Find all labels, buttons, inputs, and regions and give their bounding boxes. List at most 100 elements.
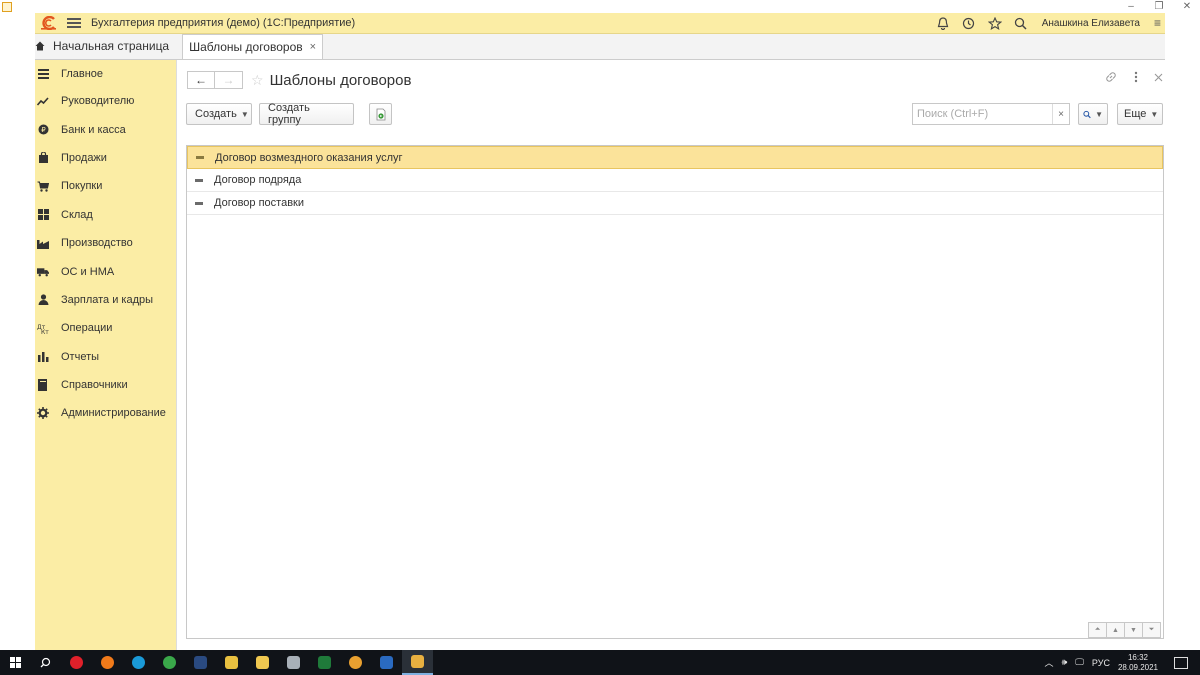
sidebar-item-label: Администрирование [61, 407, 166, 420]
favorites-star-icon[interactable] [987, 16, 1002, 30]
scroll-up-button[interactable]: ▲ [1106, 622, 1125, 638]
main-menu-icon[interactable] [67, 18, 81, 28]
add-to-favorites-icon[interactable]: ☆ [251, 72, 264, 89]
tray-chevron-up-icon[interactable]: ︿ [1045, 656, 1054, 669]
close-window-button[interactable]: ✕ [1182, 1, 1192, 12]
taskbar-app-icon[interactable] [185, 650, 216, 675]
create-button[interactable]: Создать ▼ [186, 103, 252, 125]
create-button-label: Создать [195, 108, 237, 120]
1c-app-icon[interactable] [340, 650, 371, 675]
tab-contract-templates[interactable]: Шаблоны договоров × [182, 34, 324, 59]
chevron-down-icon: ▼ [1095, 109, 1103, 119]
sidebar-item-label: Руководителю [61, 95, 135, 108]
home-icon [35, 41, 45, 51]
operations-icon: Дт Кт [37, 322, 49, 334]
settings-menu-icon[interactable]: ≡ [1154, 16, 1161, 30]
sidebar-item-2[interactable]: Руководителю [35, 87, 176, 115]
tab-home[interactable]: Начальная страница [0, 33, 179, 59]
create-group-label: Создать группу [268, 102, 310, 126]
more-button-label: Еще [1124, 108, 1147, 120]
restore-button[interactable]: ❐ [1154, 1, 1164, 12]
windows-start-icon[interactable] [0, 650, 30, 675]
sidebar-item-10[interactable]: Дт Кт Операции [35, 314, 176, 342]
search-placeholder: Поиск (Ctrl+F) [917, 108, 989, 120]
gear-icon [37, 407, 49, 420]
remote-app-icon[interactable] [278, 650, 309, 675]
history-icon[interactable] [962, 16, 976, 30]
sidebar-item-label: Зарплата и кадры [61, 293, 154, 306]
sidebar-item-13[interactable]: Администрирование [35, 399, 176, 427]
more-button[interactable]: Еще ▼ [1117, 103, 1163, 125]
outlook-icon[interactable] [371, 650, 402, 675]
network-icon[interactable]: 🖵 [1075, 657, 1084, 668]
sidebar-item-11[interactable]: Отчеты [35, 343, 176, 371]
create-group-button[interactable]: Создать группу [259, 102, 354, 126]
search-icon[interactable] [1014, 16, 1028, 30]
search-input[interactable]: Поиск (Ctrl+F) × [912, 103, 1070, 125]
search-clear-icon[interactable]: × [1052, 104, 1069, 124]
close-form-icon[interactable] [1154, 73, 1163, 82]
notifications-icon[interactable] [1174, 656, 1188, 669]
taskbar-search-icon[interactable] [30, 650, 61, 675]
link-icon[interactable] [1104, 70, 1118, 84]
tab-home-label: Начальная страница [53, 39, 170, 53]
opera-icon[interactable] [61, 650, 92, 675]
skype-icon[interactable] [123, 650, 154, 675]
cart-icon [37, 180, 49, 192]
template-item-icon [195, 178, 203, 182]
volume-icon[interactable]: 🕪 [1062, 657, 1068, 668]
user-name[interactable]: Анашкина Елизавета [1042, 18, 1140, 29]
system-tray: ︿ 🕪 🖵 РУС 16:32 28.09.2021 [1045, 650, 1200, 675]
sidebar-item-8[interactable]: ОС и НМА [35, 257, 176, 285]
person-icon [37, 294, 49, 306]
sidebar-item-label: Операции [61, 322, 113, 335]
sidebar-item-5[interactable]: Покупки [35, 172, 176, 200]
sidebar-item-label: Продажи [61, 151, 107, 164]
scroll-down-button[interactable]: ▼ [1124, 622, 1143, 638]
coin-icon: ₽ [37, 124, 49, 136]
back-button[interactable]: ← [187, 71, 215, 89]
search-button[interactable]: ▼ [1078, 103, 1108, 125]
sidebar-item-label: Склад [61, 208, 93, 221]
bell-icon[interactable] [936, 16, 950, 30]
document-green-icon [376, 108, 385, 120]
title-bar: Бухгалтерия предприятия (демо) (1С:Предп… [35, 13, 1165, 34]
sidebar-item-7[interactable]: Производство [35, 229, 176, 257]
clock[interactable]: 16:32 28.09.2021 [1118, 653, 1158, 673]
sidebar-item-6[interactable]: Склад [35, 201, 176, 229]
chevron-down-icon: ▼ [240, 109, 249, 119]
file-manager-icon[interactable] [216, 650, 247, 675]
sidebar-item-3[interactable]: ₽ Банк и касса [35, 115, 176, 143]
list-item[interactable]: Договор возмездного оказания услуг [187, 146, 1163, 169]
tab-close-icon[interactable]: × [310, 41, 316, 53]
more-actions-icon[interactable] [1134, 71, 1138, 83]
sidebar-item-9[interactable]: Зарплата и кадры [35, 286, 176, 314]
form-header: ← → ☆ Шаблоны договоров [187, 70, 411, 90]
sidebar-item-label: Главное [61, 67, 104, 80]
svg-text:Кт: Кт [41, 329, 49, 334]
list-item[interactable]: Договор поставки [187, 192, 1163, 215]
language-indicator[interactable]: РУС [1092, 658, 1110, 668]
sidebar-item-1[interactable]: Главное [35, 60, 176, 87]
sidebar-item-12[interactable]: Справочники [35, 371, 176, 399]
sidebar-item-label: Отчеты [61, 350, 100, 363]
minimize-button[interactable]: – [1126, 1, 1136, 12]
1c-logo-icon[interactable] [39, 16, 57, 30]
svg-text:₽: ₽ [41, 126, 46, 134]
excel-icon[interactable] [309, 650, 340, 675]
chrome-icon[interactable] [154, 650, 185, 675]
list-item[interactable]: Договор подряда [187, 169, 1163, 192]
templates-list: Договор возмездного оказания услуг Догово… [186, 145, 1164, 639]
folder-icon[interactable] [247, 650, 278, 675]
scroll-bottom-button[interactable]: ⏷ [1142, 622, 1161, 638]
truck-icon [37, 266, 49, 278]
form-area: ← → ☆ Шаблоны договоров Создать ▼ Создат… [176, 60, 1165, 650]
forward-button[interactable]: → [215, 71, 243, 89]
recorder-app-icon[interactable] [402, 650, 433, 675]
clock-date: 28.09.2021 [1117, 662, 1158, 672]
print-templates-button[interactable] [369, 103, 392, 125]
sidebar-item-4[interactable]: Продажи [35, 144, 176, 172]
firefox-icon[interactable] [92, 650, 123, 675]
scroll-top-button[interactable]: ⏶ [1088, 622, 1107, 638]
template-item-icon [195, 201, 203, 205]
